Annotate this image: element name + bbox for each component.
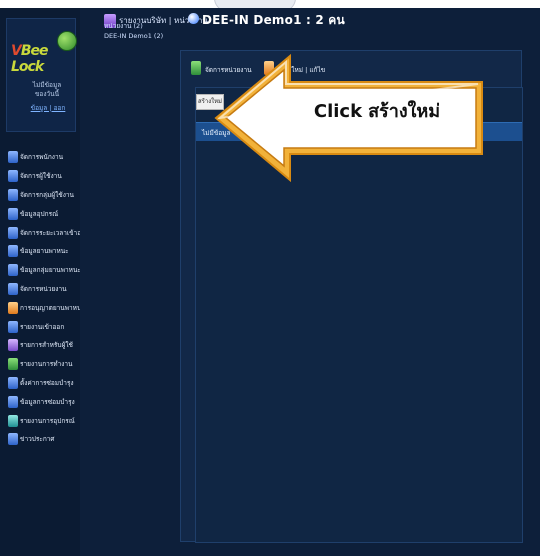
report-icon [8,320,18,333]
sidebar-item-departments[interactable]: จัดการหน่วยงาน [8,280,80,299]
sidebar-item-vehicle-groups[interactable]: ข้อมูลกลุ่มยานพาหนะ [8,261,80,280]
list-icon [8,339,18,352]
sidebar-item-label: ข่าวประกาศ [20,435,55,444]
sidebar-item-label: ข้อมูลกลุ่มยานพาหนะ [20,266,80,275]
logo-box: VBee Lock ไม่มีข้อมูล ของวันนี้ ข้อมูล |… [6,18,77,132]
sidebar-item-label: รายงานการอุปกรณ์ [20,416,75,425]
callout-click: Click [313,101,363,122]
sidebar-item-label: จัดการหน่วยงาน [20,284,67,293]
announcement-icon [8,433,18,446]
sidebar-item-label: จัดการกลุ่มผู้ใช้งาน [20,190,74,199]
sidebar-item-label: ตั้งค่าการซ่อมบำรุง [20,378,74,387]
sidebar-item-label: จัดการผู้ใช้งาน [20,172,62,181]
department-icon [191,61,201,75]
app-window: VBee Lock ไม่มีข้อมูล ของวันนี้ ข้อมูล |… [0,0,540,556]
sidebar-menu: จัดการพนักงาน จัดการผู้ใช้งาน จัดการกลุ่… [8,148,80,449]
user-info-line2: ของวันนี้ [34,90,60,98]
logo-prefix: V [11,43,22,59]
sidebar-item-maintenance-data[interactable]: ข้อมูลการซ่อมบำรุง [8,392,80,411]
globe-icon [57,31,77,51]
sidebar-item-label: ข้อมูลการซ่อมบำรุง [20,397,75,406]
page-title: DEE-IN Demo1 : 2 คน [202,13,345,27]
sidebar: VBee Lock ไม่มีข้อมูล ของวันนี้ ข้อมูล |… [0,8,80,556]
maintenance-icon [8,395,18,408]
user-links[interactable]: ข้อมูล | ออก [21,103,75,113]
sidebar-item-employees[interactable]: จัดการพนักงาน [8,148,80,167]
permission-icon [8,301,18,314]
sidebar-item-label: การอนุญาตยานพาหนะ [20,303,80,312]
clock-icon [8,226,18,239]
sidebar-item-label: ข้อมูลอุปกรณ์ [20,209,59,218]
device-report-icon [8,414,18,427]
department-icon [8,282,18,295]
callout-text: Click สร้างใหม่ [282,96,472,122]
user-info: ไม่มีข้อมูล ของวันนี้ [19,81,75,99]
user-info-line1: ไม่มีข้อมูล [32,81,62,89]
sidebar-item-label: จัดการพนักงาน [20,153,64,162]
sidebar-item-label: รายงานเข้าออก [20,322,65,331]
vehicle-group-icon [8,264,18,277]
vehicle-icon [8,245,18,258]
instruction-callout: Click สร้างใหม่ [206,54,490,182]
sidebar-item-label: รายงานการทำงาน [20,360,73,369]
device-icon [8,207,18,220]
sidebar-item-devices[interactable]: ข้อมูลอุปกรณ์ [8,204,80,223]
group-item[interactable]: DEE-IN Demo1 (2) [104,32,163,40]
user-icon [8,170,18,183]
sidebar-item-work-report[interactable]: รายงานการทำงาน [8,355,80,374]
work-report-icon [8,358,18,371]
info-icon [188,13,199,24]
sidebar-item-label: ข้อมูลยานพาหนะ [20,247,69,256]
users-icon [8,188,18,201]
sidebar-item-device-report[interactable]: รายงานการอุปกรณ์ [8,411,80,430]
sidebar-item-vehicles[interactable]: ข้อมูลยานพาหนะ [8,242,80,261]
wrench-icon [8,376,18,389]
sidebar-item-user-list[interactable]: รายการสำหรับผู้ใช้ [8,336,80,355]
document-icon [8,151,18,164]
department-count: หน่วยงาน (2) [104,22,143,30]
sidebar-item-announcements[interactable]: ข่าวประกาศ [8,430,80,449]
sidebar-item-access-times[interactable]: จัดการระยะเวลาเข้าออก [8,223,80,242]
sidebar-item-label: รายการสำหรับผู้ใช้ [20,341,73,350]
sidebar-item-user-groups[interactable]: จัดการกลุ่มผู้ใช้งาน [8,186,80,205]
sidebar-item-users[interactable]: จัดการผู้ใช้งาน [8,167,80,186]
sidebar-item-vehicle-permissions[interactable]: การอนุญาตยานพาหนะ [8,298,80,317]
sidebar-item-maintenance-settings[interactable]: ตั้งค่าการซ่อมบำรุง [8,374,80,393]
sidebar-item-access-report[interactable]: รายงานเข้าออก [8,317,80,336]
sidebar-item-label: จัดการระยะเวลาเข้าออก [20,228,80,237]
callout-action: สร้างใหม่ [368,101,441,122]
